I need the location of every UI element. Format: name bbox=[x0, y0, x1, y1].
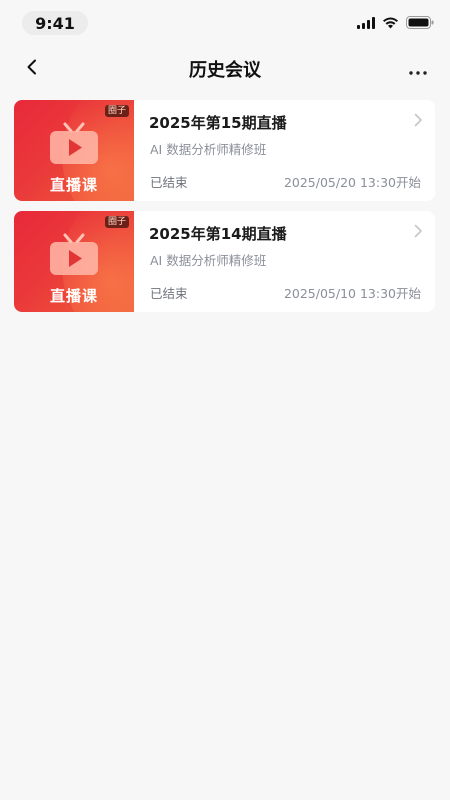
screen: 9:41 历史会议 圈子 直播课 2025年第15期直播 AI 数据分析师精修班… bbox=[0, 0, 450, 800]
meeting-start-time: 2025/05/10 13:30开始 bbox=[283, 286, 421, 301]
meeting-thumbnail: 圈子 直播课 bbox=[14, 100, 134, 201]
wifi-icon bbox=[382, 14, 399, 33]
chevron-right-icon bbox=[414, 223, 423, 242]
tv-play-icon bbox=[48, 233, 100, 281]
thumbnail-label: 直播课 bbox=[49, 287, 98, 305]
tv-play-icon bbox=[48, 122, 100, 170]
thumbnail-badge: 圈子 bbox=[104, 216, 129, 228]
meeting-thumbnail: 圈子 直播课 bbox=[14, 211, 134, 312]
status-time: 9:41 bbox=[22, 11, 88, 35]
meeting-course: AI 数据分析师精修班 bbox=[150, 142, 267, 157]
meeting-status: 已结束 bbox=[150, 286, 188, 301]
thumbnail-badge: 圈子 bbox=[104, 105, 129, 117]
meeting-card[interactable]: 圈子 直播课 2025年第15期直播 AI 数据分析师精修班 已结束 2025/… bbox=[14, 100, 435, 201]
status-icons bbox=[357, 14, 434, 33]
thumbnail-label: 直播课 bbox=[49, 176, 98, 194]
meeting-status: 已结束 bbox=[150, 175, 188, 190]
meeting-start-time: 2025/05/20 13:30开始 bbox=[283, 175, 421, 190]
battery-icon bbox=[406, 14, 434, 33]
nav-bar: 历史会议 bbox=[0, 46, 450, 90]
signal-icon bbox=[357, 14, 375, 33]
meeting-course: AI 数据分析师精修班 bbox=[150, 253, 267, 268]
more-button[interactable] bbox=[404, 55, 432, 83]
more-horizontal-icon bbox=[409, 60, 427, 79]
meeting-list: 圈子 直播课 2025年第15期直播 AI 数据分析师精修班 已结束 2025/… bbox=[14, 100, 435, 322]
page-title: 历史会议 bbox=[189, 60, 261, 81]
chevron-right-icon bbox=[414, 112, 423, 131]
meeting-card[interactable]: 圈子 直播课 2025年第14期直播 AI 数据分析师精修班 已结束 2025/… bbox=[14, 211, 435, 312]
meeting-title: 2025年第15期直播 bbox=[149, 114, 287, 132]
status-bar: 9:41 bbox=[0, 0, 450, 44]
meeting-title: 2025年第14期直播 bbox=[149, 225, 287, 243]
